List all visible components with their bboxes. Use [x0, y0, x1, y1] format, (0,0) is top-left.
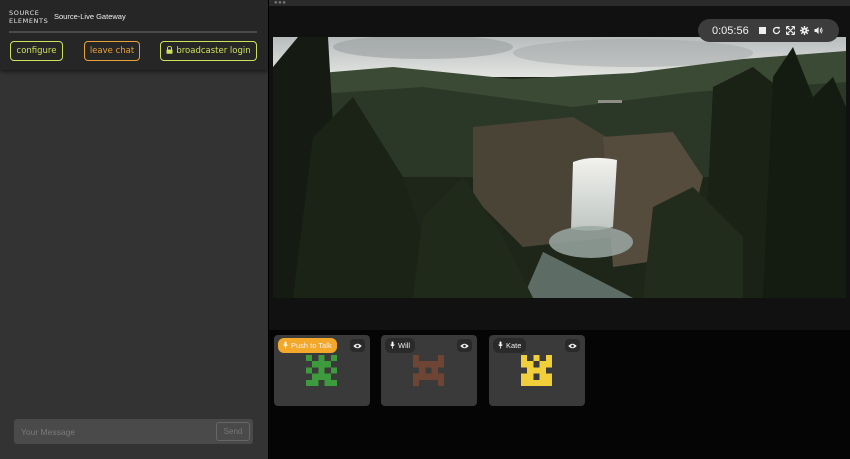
eye-icon[interactable]	[457, 339, 472, 352]
leave-chat-button[interactable]: leave chat	[84, 41, 140, 61]
broadcaster-login-button[interactable]: broadcaster login	[160, 41, 257, 61]
identicon-avatar	[521, 355, 552, 386]
participant-name-chip: Will	[385, 338, 416, 353]
participant-name-chip: Kate	[493, 338, 527, 353]
participant-name: Kate	[506, 341, 522, 350]
lock-icon	[166, 45, 173, 57]
broadcaster-login-label: broadcaster login	[176, 46, 251, 56]
app-title: Source-Live Gateway	[54, 12, 126, 21]
microphone-icon	[498, 341, 503, 351]
message-input[interactable]	[14, 419, 214, 444]
participant-name: Will	[398, 341, 411, 350]
send-button-label: Send	[223, 427, 243, 436]
participant-tile-will[interactable]: Will	[381, 335, 477, 406]
reload-icon[interactable]	[772, 26, 781, 35]
elapsed-time: 0:05:56	[712, 24, 749, 37]
logo-line-2: ELEMENTS	[9, 17, 49, 25]
push-to-talk-button[interactable]: Push to Talk	[278, 338, 337, 353]
participant-name: Push to Talk	[291, 341, 332, 350]
header-divider	[9, 31, 257, 33]
stop-icon[interactable]	[758, 26, 767, 35]
video-frame[interactable]	[273, 37, 846, 298]
settings-icon[interactable]	[799, 26, 809, 35]
eye-icon[interactable]	[565, 339, 580, 352]
identicon-avatar	[413, 355, 444, 386]
configure-button-label: configure	[16, 46, 57, 56]
source-elements-logo: SOURCE ELEMENTS	[9, 9, 49, 25]
fullscreen-icon[interactable]	[785, 26, 795, 35]
logo-line-1: SOURCE	[9, 9, 40, 17]
video-player: 0:05:56	[269, 6, 850, 330]
chat-sidebar: SOURCE ELEMENTS Source-Live Gateway conf…	[0, 0, 268, 459]
send-button[interactable]: Send	[216, 422, 250, 441]
identicon-avatar	[306, 355, 337, 386]
player-controls: 0:05:56	[698, 19, 839, 42]
sidebar-header: SOURCE ELEMENTS Source-Live Gateway conf…	[0, 0, 268, 70]
participant-tile-push-to-talk[interactable]: Push to Talk	[274, 335, 370, 406]
microphone-icon	[390, 341, 395, 351]
waterfall-video-image	[273, 37, 846, 298]
leave-chat-button-label: leave chat	[89, 46, 135, 56]
eye-icon[interactable]	[350, 339, 365, 352]
configure-button[interactable]: configure	[10, 41, 63, 61]
volume-icon[interactable]	[814, 26, 823, 35]
participant-tile-kate[interactable]: Kate	[489, 335, 585, 406]
microphone-icon	[283, 341, 288, 351]
chat-message-bar: Send	[14, 419, 253, 444]
